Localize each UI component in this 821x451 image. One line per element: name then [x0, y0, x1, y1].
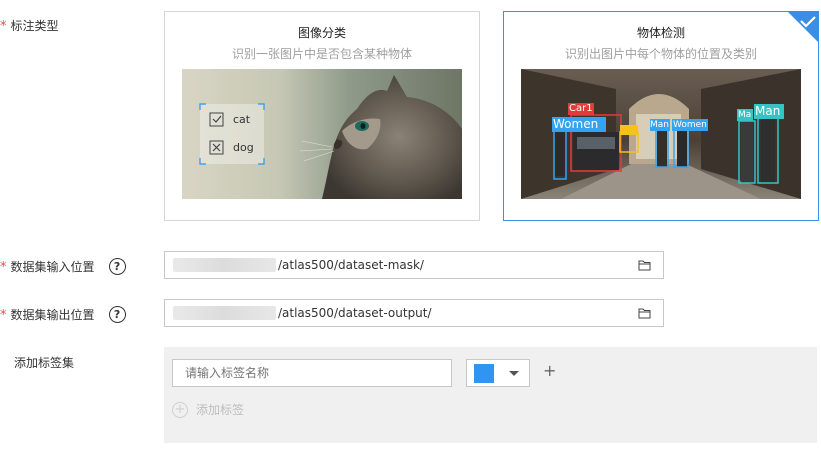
required-mark: * [0, 260, 7, 275]
option-subtitle: 识别出图片中每个物体的位置及类别 [564, 47, 757, 61]
folder-icon[interactable] [638, 307, 651, 322]
required-mark: * [0, 19, 7, 34]
input-location-label: * 数据集输入位置 ? [0, 258, 126, 275]
option-image-classification[interactable]: 图像分类 识别一张图片中是否包含某种物体 cat dog [164, 11, 480, 221]
box-label: Women [673, 120, 707, 130]
output-location-label-text: 数据集输出位置 [10, 308, 95, 322]
box-label: Man [755, 104, 781, 118]
cat-label: cat [233, 113, 251, 126]
input-path-text: /atlas500/dataset-mask/ [278, 258, 424, 272]
help-icon[interactable]: ? [108, 306, 126, 323]
annotation-type-label-text: 标注类型 [10, 19, 59, 33]
output-location-field[interactable]: /atlas500/dataset-output/ [164, 299, 664, 327]
label-set-panel: + + 添加标签 [164, 347, 817, 443]
annotation-type-label: * 标注类型 [0, 17, 59, 34]
output-path-text: /atlas500/dataset-output/ [278, 306, 432, 320]
selected-check-icon [787, 11, 819, 43]
add-label-button[interactable]: + 添加标签 [172, 401, 244, 418]
required-mark: * [0, 308, 7, 323]
dog-label: dog [233, 141, 254, 154]
folder-icon[interactable] [638, 259, 651, 274]
add-label-text: 添加标签 [196, 403, 245, 417]
label-name-input[interactable] [172, 359, 452, 387]
masked-path-prefix [173, 258, 276, 272]
add-icon[interactable]: + [543, 361, 556, 380]
color-swatch [474, 364, 494, 383]
label-color-picker[interactable] [466, 359, 530, 387]
box-label: Man [650, 120, 669, 130]
option-subtitle: 识别一张图片中是否包含某种物体 [231, 47, 412, 61]
masked-path-prefix [173, 306, 276, 320]
classification-sample-image: cat dog [182, 69, 462, 199]
label-set-label-text: 添加标签集 [14, 356, 75, 370]
input-location-field[interactable]: /atlas500/dataset-mask/ [164, 251, 664, 279]
box-label: Car1 [569, 103, 593, 114]
option-object-detection[interactable]: 物体检测 识别出图片中每个物体的位置及类别 Car1 Women Man Wom… [503, 11, 819, 221]
output-location-label: * 数据集输出位置 ? [0, 306, 126, 323]
label-set-label: 添加标签集 [14, 354, 74, 371]
box-label: Ma [738, 110, 752, 120]
option-title: 图像分类 [297, 26, 346, 40]
chevron-down-icon [509, 371, 519, 376]
box-label: Women [553, 117, 599, 131]
input-location-label-text: 数据集输入位置 [10, 260, 95, 274]
option-title: 物体检测 [636, 26, 685, 40]
help-icon[interactable]: ? [108, 258, 126, 275]
add-circle-icon: + [172, 401, 188, 418]
detection-sample-image: Car1 Women Man Women Ma Man [521, 69, 801, 199]
